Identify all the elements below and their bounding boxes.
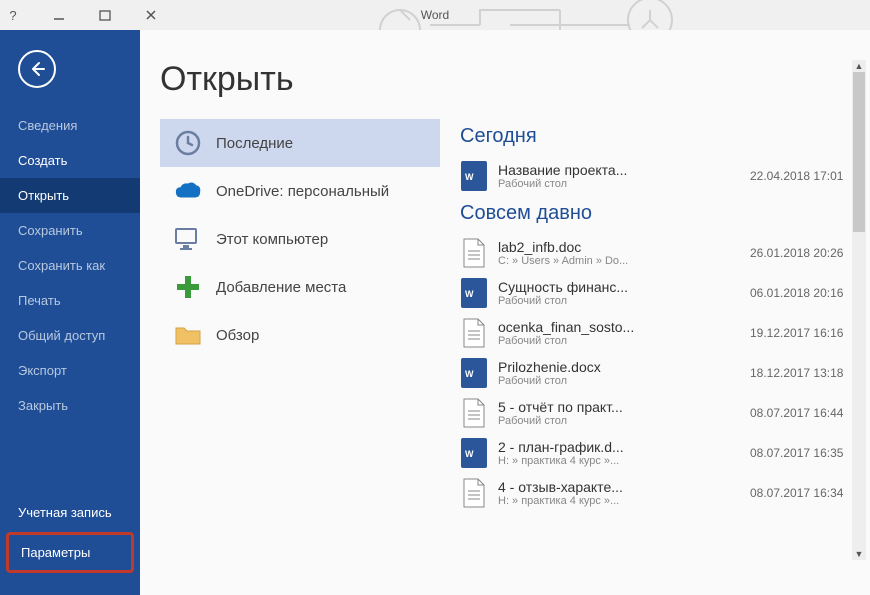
section-title: Совсем давно xyxy=(460,202,860,225)
page-title: Открыть xyxy=(160,60,860,99)
sidebar-item-0[interactable]: Сведения xyxy=(0,108,140,143)
sidebar-item-4[interactable]: Сохранить как xyxy=(0,248,140,283)
file-name: lab2_infb.doc xyxy=(498,239,668,255)
sidebar-options[interactable]: Параметры xyxy=(9,535,131,570)
scroll-thumb[interactable] xyxy=(853,72,865,232)
doc-icon xyxy=(460,477,488,509)
file-name: 5 - отчёт по практ... xyxy=(498,399,668,415)
docx-icon: W xyxy=(460,160,488,192)
file-name: 4 - отзыв-характе... xyxy=(498,479,668,495)
title-bar: Word ? xyxy=(0,0,870,30)
onedrive-icon xyxy=(174,177,202,205)
place-label: Добавление места xyxy=(216,279,346,296)
svg-text:W: W xyxy=(465,369,474,379)
sidebar-item-2[interactable]: Открыть xyxy=(0,178,140,213)
recent-files: СегодняWНазвание проекта...Рабочий стол2… xyxy=(460,119,860,564)
place-label: Последние xyxy=(216,135,293,152)
file-row[interactable]: 5 - отчёт по практ...Рабочий стол 08.07.2… xyxy=(460,393,860,433)
place-label: Этот компьютер xyxy=(216,231,328,248)
sidebar-item-7[interactable]: Экспорт xyxy=(0,353,140,388)
sidebar-account[interactable]: Учетная запись xyxy=(0,495,140,530)
place-plus[interactable]: Добавление места xyxy=(160,263,440,311)
scrollbar[interactable]: ▲ ▼ xyxy=(852,60,866,560)
file-row[interactable]: lab2_infb.docC: » Users » Admin » Do... 2… xyxy=(460,233,860,273)
close-button[interactable] xyxy=(138,4,164,26)
place-folder[interactable]: Обзор xyxy=(160,311,440,359)
app-title: Word xyxy=(421,8,449,22)
file-path: Рабочий стол xyxy=(498,415,668,427)
file-date: 08.07.2017 16:34 xyxy=(750,486,860,500)
sidebar-item-5[interactable]: Печать xyxy=(0,283,140,318)
file-date: 08.07.2017 16:44 xyxy=(750,406,860,420)
docx-icon: W xyxy=(460,437,488,469)
file-row[interactable]: W Prilozhenie.docxРабочий стол 18.12.2017 … xyxy=(460,353,860,393)
file-path: Рабочий стол xyxy=(498,335,668,347)
folder-icon xyxy=(174,321,202,349)
place-label: Обзор xyxy=(216,327,259,344)
file-date: 06.01.2018 20:16 xyxy=(750,286,860,300)
svg-text:W: W xyxy=(465,449,474,459)
svg-text:W: W xyxy=(465,289,474,299)
file-date: 08.07.2017 16:35 xyxy=(750,446,860,460)
maximize-button[interactable] xyxy=(92,4,118,26)
file-row[interactable]: ocenka_finan_sosto...Рабочий стол 19.12.2… xyxy=(460,313,860,353)
file-name: 2 - план-график.d... xyxy=(498,439,668,455)
places-list: Последние OneDrive: персональный Этот ком… xyxy=(160,119,440,564)
file-name: Prilozhenie.docx xyxy=(498,359,668,375)
file-date: 22.04.2018 17:01 xyxy=(750,169,860,183)
place-onedrive[interactable]: OneDrive: персональный xyxy=(160,167,440,215)
file-path: Рабочий стол xyxy=(498,295,668,307)
doc-icon xyxy=(460,237,488,269)
sidebar-item-8[interactable]: Закрыть xyxy=(0,388,140,423)
file-date: 26.01.2018 20:26 xyxy=(750,246,860,260)
file-name: ocenka_finan_sosto... xyxy=(498,319,668,335)
file-row[interactable]: W 2 - план-график.d...H: » практика 4 кур… xyxy=(460,433,860,473)
file-path: H: » практика 4 курс »... xyxy=(498,455,668,467)
minimize-button[interactable] xyxy=(46,4,72,26)
file-row[interactable]: W Сущность финанс...Рабочий стол 06.01.201… xyxy=(460,273,860,313)
scroll-up-icon[interactable]: ▲ xyxy=(852,60,866,72)
options-highlight: Параметры xyxy=(6,532,134,573)
place-pc[interactable]: Этот компьютер xyxy=(160,215,440,263)
place-clock[interactable]: Последние xyxy=(160,119,440,167)
sidebar-item-6[interactable]: Общий доступ xyxy=(0,318,140,353)
doc-icon xyxy=(460,397,488,429)
sidebar-item-3[interactable]: Сохранить xyxy=(0,213,140,248)
file-row[interactable]: 4 - отзыв-характе...H: » практика 4 курс… xyxy=(460,473,860,513)
sidebar: СведенияСоздатьОткрытьСохранитьСохранить… xyxy=(0,30,140,595)
file-row[interactable]: W Название проекта...Рабочий стол 22.04.20… xyxy=(460,156,860,196)
svg-text:W: W xyxy=(465,172,474,182)
file-date: 18.12.2017 13:18 xyxy=(750,366,860,380)
file-path: C: » Users » Admin » Do... xyxy=(498,255,668,267)
back-button[interactable] xyxy=(18,50,56,88)
main-panel: Открыть Последние OneDrive: персональный … xyxy=(140,30,870,595)
help-button[interactable]: ? xyxy=(0,4,26,26)
plus-icon xyxy=(174,273,202,301)
pc-icon xyxy=(174,225,202,253)
file-path: H: » практика 4 курс »... xyxy=(498,495,668,507)
file-name: Сущность финанс... xyxy=(498,279,668,295)
section-title: Сегодня xyxy=(460,125,860,148)
file-path: Рабочий стол xyxy=(498,375,668,387)
file-path: Рабочий стол xyxy=(498,178,668,190)
sidebar-item-1[interactable]: Создать xyxy=(0,143,140,178)
doc-icon xyxy=(460,317,488,349)
scroll-down-icon[interactable]: ▼ xyxy=(852,548,866,560)
file-name: Название проекта... xyxy=(498,162,668,178)
docx-icon: W xyxy=(460,357,488,389)
docx-icon: W xyxy=(460,277,488,309)
clock-icon xyxy=(174,129,202,157)
place-label: OneDrive: персональный xyxy=(216,183,389,200)
file-date: 19.12.2017 16:16 xyxy=(750,326,860,340)
